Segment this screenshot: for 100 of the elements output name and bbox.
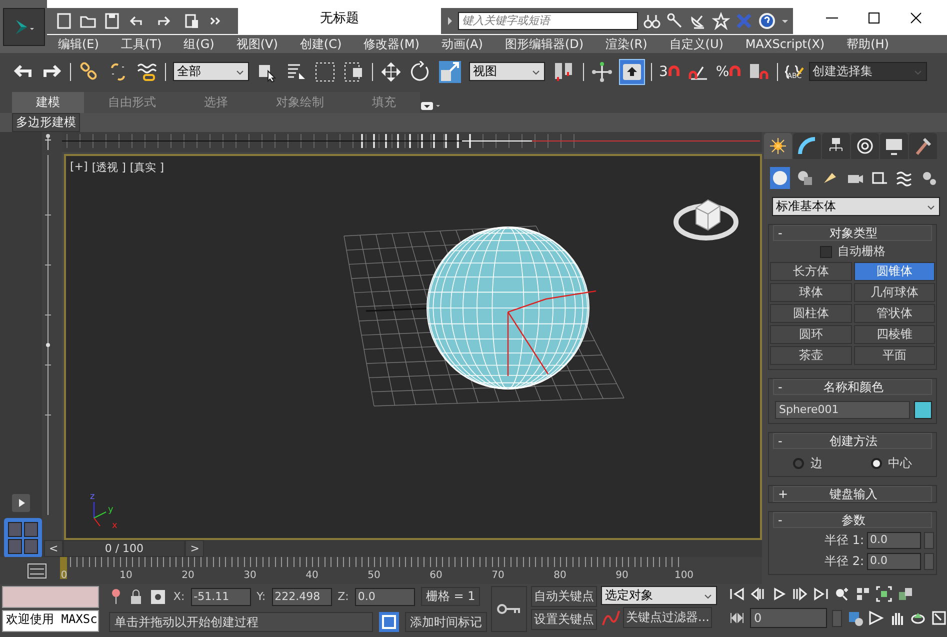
menu-item[interactable]: 帮助(H) — [836, 36, 900, 52]
clock-config-icon[interactable] — [846, 610, 863, 626]
menu-item[interactable]: 编辑(E) — [47, 36, 110, 52]
sphere-icon[interactable] — [770, 169, 789, 187]
up-arrow-key-icon[interactable] — [620, 60, 644, 84]
waves-chain-icon[interactable] — [136, 60, 158, 82]
star-icon[interactable] — [712, 12, 730, 30]
coordinate-field[interactable]: 222.498 — [272, 588, 332, 606]
ribbon-tab[interactable]: 建模 — [12, 92, 84, 113]
radio-button[interactable] — [870, 458, 882, 469]
dashed-rectangle-icon[interactable] — [314, 60, 336, 82]
key-mode-icon[interactable] — [728, 610, 745, 626]
shapes-icon[interactable] — [796, 169, 814, 187]
object-type-button[interactable]: 茶壶 — [770, 346, 852, 365]
key-set-dropdown[interactable]: 选定对象 — [600, 586, 717, 605]
skip-end-icon[interactable] — [812, 586, 829, 602]
key-icon[interactable] — [666, 12, 684, 30]
selection-filter-dropdown[interactable]: 全部 — [173, 62, 249, 81]
waves-icon[interactable] — [895, 169, 914, 187]
rollout-header[interactable]: + 键盘输入 — [773, 486, 932, 502]
project-folder-icon[interactable] — [183, 12, 201, 30]
previous-frame-button[interactable]: < — [44, 540, 64, 557]
set-key-button[interactable]: 设置关键点 — [530, 609, 597, 630]
script-input-field[interactable] — [2, 586, 100, 608]
radio-button[interactable] — [793, 458, 804, 469]
rotate-circle-icon[interactable] — [409, 60, 431, 82]
object-type-button[interactable]: 球体 — [770, 283, 852, 302]
snap-toggle-button[interactable]: 3 — [659, 64, 680, 80]
ribbon-panel-label[interactable]: 多边形建模 — [12, 113, 80, 132]
rollout-header[interactable]: - 名称和颜色 — [773, 379, 932, 395]
name-field[interactable]: Sphere001 — [775, 401, 910, 419]
frame-field[interactable]: 0 — [750, 608, 827, 628]
viewport-menu-label[interactable]: [透视 ] — [92, 160, 126, 175]
number-field[interactable]: 0.0 — [867, 553, 921, 570]
sun-icon[interactable] — [768, 136, 788, 156]
set-keys-button[interactable] — [491, 586, 527, 632]
manipulate-nodes-icon[interactable] — [591, 60, 613, 84]
dashed-rectangle-cube-icon[interactable] — [343, 60, 365, 82]
skip-start-icon[interactable] — [728, 586, 745, 602]
coordinate-field[interactable]: -51.11 — [190, 588, 251, 606]
step-back-icon[interactable] — [750, 586, 766, 602]
category-dropdown[interactable]: 标准基本体 — [772, 197, 940, 216]
scale-box-icon[interactable] — [438, 60, 462, 84]
search-field[interactable]: 键入关键字或短语 — [458, 12, 638, 30]
current-frame-marker[interactable] — [60, 557, 67, 579]
menu-item[interactable]: 渲染(R) — [594, 36, 658, 52]
gears-icon[interactable] — [920, 169, 938, 187]
hammer-icon[interactable] — [913, 136, 933, 156]
menu-item[interactable]: 创建(C) — [288, 36, 353, 52]
number-field[interactable]: 0.0 — [867, 532, 921, 549]
new-file-icon[interactable] — [55, 12, 73, 30]
named-selection-dropdown[interactable]: 创建选择集 — [808, 62, 927, 81]
script-output-field[interactable]: 欢迎使用 MAXSc — [2, 610, 100, 632]
menu-item[interactable]: MAXScript(X) — [734, 37, 836, 51]
auto-key-button[interactable]: 自动关键点 — [530, 586, 597, 607]
key-filters-button[interactable]: 关键点过滤器... — [622, 607, 712, 628]
rollout-header[interactable]: - 创建方法 — [773, 433, 932, 449]
percent-snap-button[interactable]: % — [716, 64, 742, 80]
curve-editor-icon[interactable] — [26, 560, 48, 580]
menu-item[interactable]: 图形编辑器(D) — [494, 36, 595, 52]
play-icon[interactable] — [12, 494, 30, 512]
cubes-icon[interactable] — [896, 586, 913, 602]
rollout-toggle[interactable]: - — [774, 226, 794, 240]
padlock-icon[interactable] — [129, 588, 144, 606]
zoom-icon[interactable] — [834, 586, 850, 602]
tape-measure-icon[interactable] — [870, 169, 888, 187]
monitor-icon[interactable] — [884, 136, 904, 156]
target-icon[interactable] — [855, 136, 875, 156]
menu-item[interactable]: 工具(T) — [110, 36, 173, 52]
arc-icon[interactable] — [797, 136, 817, 156]
viewport-layout-button[interactable] — [4, 518, 42, 558]
triangle-outline-icon[interactable] — [868, 610, 884, 626]
help-icon[interactable] — [758, 12, 776, 30]
dropdown-caret-icon[interactable] — [420, 99, 442, 113]
time-tag-button[interactable]: 添加时间标记 — [405, 612, 488, 632]
menu-item[interactable]: 自定义(U) — [658, 36, 734, 52]
rollout-header[interactable]: - 参数 — [773, 512, 932, 528]
rollout-toggle[interactable]: - — [774, 380, 794, 394]
menu-item[interactable]: 修改器(M) — [352, 36, 430, 52]
object-type-button[interactable]: 圆柱体 — [770, 304, 852, 323]
next-frame-button[interactable]: > — [185, 540, 204, 557]
cube-frame-icon[interactable] — [379, 612, 400, 632]
object-type-button[interactable]: 平面 — [854, 346, 935, 365]
object-type-button[interactable]: 管状体 — [854, 304, 935, 323]
menu-item[interactable]: 组(G) — [172, 36, 226, 52]
rollout-toggle[interactable]: + — [774, 487, 794, 501]
rollout-toggle[interactable]: - — [774, 434, 794, 448]
rollout-header[interactable]: - 对象类型 — [773, 225, 932, 241]
color-swatch[interactable] — [914, 401, 932, 419]
object-type-button[interactable]: 圆锥体 — [854, 262, 935, 281]
time-slider-handle[interactable]: 0 / 100 — [63, 540, 186, 557]
viewport-menu-label[interactable]: [+] — [70, 160, 88, 175]
move-arrows-icon[interactable] — [380, 60, 402, 82]
grid-zoom-icon[interactable] — [854, 586, 871, 602]
step-forward-icon[interactable] — [792, 586, 808, 602]
reference-coordinate-dropdown[interactable]: 视图 — [469, 62, 545, 81]
maximize-viewport-icon[interactable] — [930, 610, 947, 626]
object-type-button[interactable]: 长方体 — [770, 262, 852, 281]
object-type-button[interactable]: 几何球体 — [854, 283, 935, 302]
menu-item[interactable]: 视图(V) — [225, 36, 289, 52]
